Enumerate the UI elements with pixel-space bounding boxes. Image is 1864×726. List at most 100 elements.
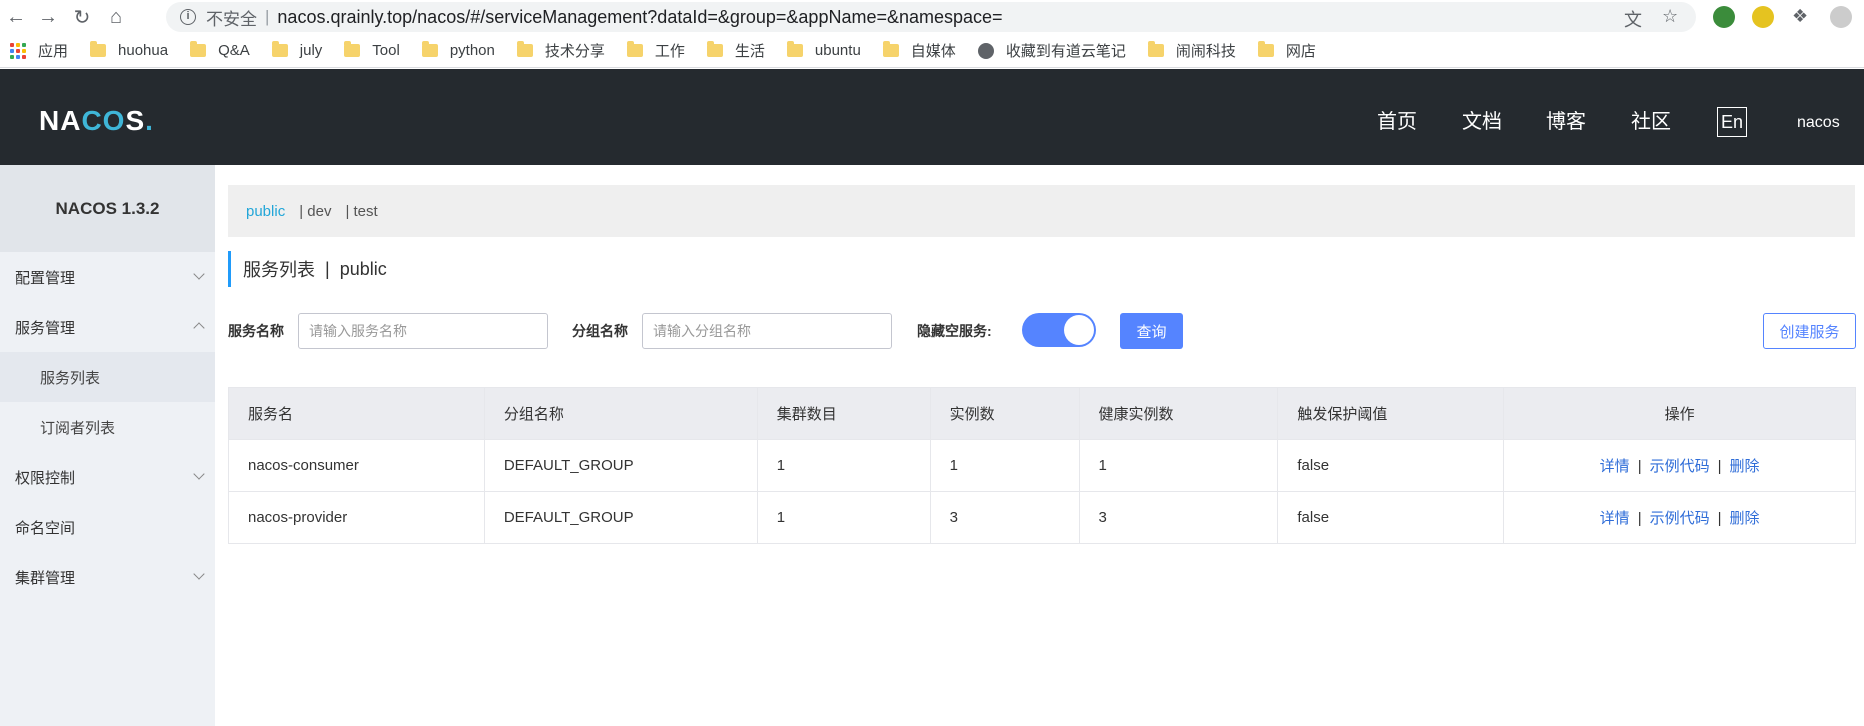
sidebar-item-service-list[interactable]: 服务列表 bbox=[0, 352, 215, 402]
bookmark-item[interactable]: python bbox=[421, 41, 495, 59]
delete-link[interactable]: 删除 bbox=[1730, 510, 1760, 527]
service-name-input[interactable]: 请输入服务名称 bbox=[298, 313, 548, 349]
hide-empty-toggle[interactable] bbox=[1022, 313, 1096, 347]
folder-icon bbox=[516, 41, 533, 57]
chevron-up-icon bbox=[193, 322, 205, 334]
globe-icon bbox=[977, 42, 994, 59]
cell-group: DEFAULT_GROUP bbox=[483, 491, 758, 544]
detail-link[interactable]: 详情 bbox=[1600, 510, 1630, 527]
profile-avatar-icon[interactable] bbox=[1830, 6, 1852, 28]
extension-coin-icon[interactable] bbox=[1752, 6, 1774, 28]
url-text[interactable]: nacos.qrainly.top/nacos/#/serviceManagem… bbox=[277, 7, 1002, 28]
folder-icon bbox=[706, 41, 723, 57]
version-label: NACOS 1.3.2 bbox=[0, 165, 215, 252]
col-header: 分组名称 bbox=[483, 387, 758, 440]
table-header-row: 服务名 分组名称 集群数目 实例数 健康实例数 触发保护阈值 操作 bbox=[228, 387, 1856, 440]
sidebar: NACOS 1.3.2 配置管理 服务管理 服务列表 订阅者列表 权限控制 命名… bbox=[0, 165, 215, 726]
col-header: 集群数目 bbox=[756, 387, 931, 440]
sidebar-item-label: 命名空间 bbox=[15, 519, 76, 537]
bookmark-label: july bbox=[299, 42, 323, 59]
bookmark-item[interactable]: ubuntu bbox=[786, 41, 861, 59]
namespace-dev[interactable]: | dev bbox=[299, 203, 331, 220]
bookmark-label: 工作 bbox=[654, 43, 685, 60]
sidebar-item-label: 集群管理 bbox=[15, 569, 76, 587]
folder-icon bbox=[271, 41, 288, 57]
nav-blog[interactable]: 博客 bbox=[1546, 105, 1586, 134]
create-service-button[interactable]: 创建服务 bbox=[1763, 313, 1856, 349]
page-title-namespace: public bbox=[339, 258, 387, 279]
action-separator: | bbox=[1717, 510, 1722, 527]
cell-cluster-count: 1 bbox=[756, 491, 931, 544]
bookmark-item[interactable]: 应用 bbox=[10, 40, 68, 61]
nav-docs[interactable]: 文档 bbox=[1462, 105, 1502, 134]
bookmark-item[interactable]: Tool bbox=[344, 41, 400, 59]
query-button[interactable]: 查询 bbox=[1120, 313, 1183, 349]
user-name[interactable]: nacos bbox=[1797, 114, 1840, 132]
detail-link[interactable]: 详情 bbox=[1600, 458, 1630, 475]
bookmark-label: 闹闹科技 bbox=[1175, 43, 1236, 60]
star-icon[interactable]: ☆ bbox=[1662, 6, 1678, 27]
bookmark-label: huohua bbox=[118, 42, 169, 59]
folder-icon bbox=[626, 41, 643, 57]
app-header: NACOS. 首页 文档 博客 社区 bbox=[0, 69, 1864, 165]
page-title-text: 服务列表 bbox=[243, 260, 315, 280]
bookmark-item[interactable]: 网店 bbox=[1257, 40, 1316, 61]
bookmark-label: python bbox=[449, 42, 495, 59]
cell-service-name: nacos-provider bbox=[228, 491, 485, 544]
bookmark-label: 网店 bbox=[1285, 43, 1316, 60]
table-row: nacos-consumer DEFAULT_GROUP 1 1 1 false… bbox=[228, 439, 1856, 492]
cell-actions: 详情 | 示例代码 | 删除 bbox=[1503, 491, 1856, 544]
bookmark-item[interactable]: 技术分享 bbox=[516, 40, 605, 61]
sample-code-link[interactable]: 示例代码 bbox=[1650, 510, 1710, 527]
filter-bar: 服务名称 请输入服务名称 分组名称 请输入分组名称 隐藏空服务: bbox=[228, 313, 992, 349]
folder-icon bbox=[1147, 41, 1164, 57]
bookmark-item[interactable]: 收藏到有道云笔记 bbox=[977, 40, 1126, 61]
language-switch[interactable]: En bbox=[1717, 107, 1747, 137]
sidebar-item-cluster[interactable]: 集群管理 bbox=[0, 552, 215, 602]
home-icon[interactable]: ⌂ bbox=[104, 5, 128, 29]
info-icon[interactable]: i bbox=[180, 9, 196, 25]
sidebar-item-label: 服务管理 bbox=[15, 319, 76, 337]
reload-icon[interactable]: ↻ bbox=[70, 5, 94, 29]
group-name-input[interactable]: 请输入分组名称 bbox=[642, 313, 892, 349]
url-omnibox[interactable]: i 不安全 | nacos.qrainly.top/nacos/#/servic… bbox=[166, 2, 1696, 32]
cell-actions: 详情 | 示例代码 | 删除 bbox=[1503, 439, 1856, 492]
sidebar-item-auth[interactable]: 权限控制 bbox=[0, 452, 215, 502]
page-title: 服务列表 | public bbox=[228, 251, 387, 287]
forward-arrow-icon[interactable]: → bbox=[36, 5, 60, 29]
col-header: 健康实例数 bbox=[1078, 387, 1279, 440]
nacos-logo[interactable]: NACOS. bbox=[39, 105, 154, 137]
chevron-down-icon bbox=[193, 268, 205, 280]
namespace-public[interactable]: public bbox=[246, 203, 285, 220]
back-arrow-icon[interactable]: ← bbox=[4, 5, 28, 29]
bookmark-item[interactable]: Q&A bbox=[190, 41, 250, 59]
apps-grid-icon bbox=[10, 42, 26, 59]
bookmark-item[interactable]: 生活 bbox=[706, 40, 765, 61]
cell-threshold: false bbox=[1277, 439, 1505, 492]
sidebar-item-label: 配置管理 bbox=[15, 269, 76, 287]
namespace-test[interactable]: | test bbox=[345, 203, 377, 220]
sidebar-item-config[interactable]: 配置管理 bbox=[0, 252, 215, 302]
cell-service-name: nacos-consumer bbox=[228, 439, 485, 492]
cell-healthy-count: 1 bbox=[1078, 439, 1279, 492]
sidebar-item-service[interactable]: 服务管理 bbox=[0, 302, 215, 352]
bookmark-item[interactable]: 闹闹科技 bbox=[1147, 40, 1236, 61]
bookmark-label: Tool bbox=[372, 42, 400, 59]
bookmark-item[interactable]: july bbox=[271, 41, 323, 59]
extension-globe-icon[interactable] bbox=[1713, 6, 1735, 28]
sidebar-item-label: 权限控制 bbox=[15, 469, 76, 487]
sidebar-item-namespace[interactable]: 命名空间 bbox=[0, 502, 215, 552]
bookmark-item[interactable]: 自媒体 bbox=[882, 40, 956, 61]
bookmark-item[interactable]: 工作 bbox=[626, 40, 685, 61]
translate-icon[interactable]: 文 bbox=[1624, 6, 1642, 32]
nav-home[interactable]: 首页 bbox=[1377, 105, 1417, 134]
insecure-label: 不安全 bbox=[206, 9, 257, 29]
bookmark-item[interactable]: huohua bbox=[90, 41, 169, 59]
nav-community[interactable]: 社区 bbox=[1631, 105, 1671, 134]
cell-instance-count: 1 bbox=[929, 439, 1080, 492]
delete-link[interactable]: 删除 bbox=[1730, 458, 1760, 475]
sidebar-item-subscribers[interactable]: 订阅者列表 bbox=[0, 402, 215, 452]
puzzle-icon[interactable]: ❖ bbox=[1792, 6, 1808, 27]
sample-code-link[interactable]: 示例代码 bbox=[1650, 458, 1710, 475]
action-separator: | bbox=[1717, 458, 1722, 475]
